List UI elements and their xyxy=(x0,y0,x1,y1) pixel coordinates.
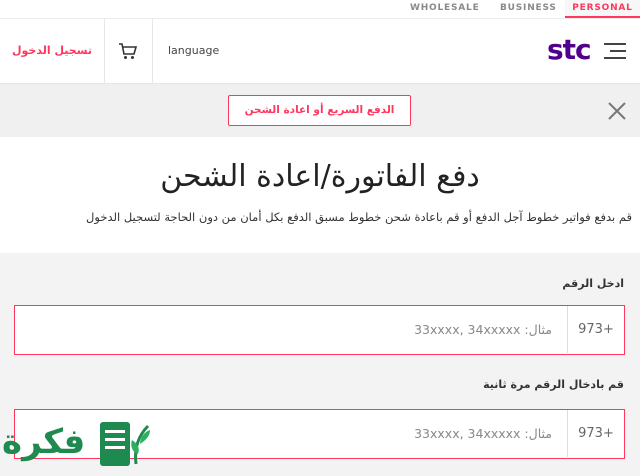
page-subtitle: قم بدفع فواتير خطوط آجل الدفع أو قم باعا… xyxy=(86,210,632,224)
watermark-text: فكرة xyxy=(2,422,86,462)
page-title: دفع الفاتورة/اعادة الشحن xyxy=(160,159,480,194)
confirm-number-input-placeholder[interactable]: مثال: 33xxxx, 34xxxxx xyxy=(414,410,552,457)
quick-pay-banner: الدفع السريع أو اعادة الشحن xyxy=(0,84,640,137)
close-icon[interactable] xyxy=(606,100,628,122)
number-input-placeholder[interactable]: مثال: 33xxxx, 34xxxxx xyxy=(414,306,552,353)
country-code: 973+ xyxy=(567,306,624,353)
segment-bar: WHOLESALE BUSINESS PERSONAL xyxy=(0,0,640,18)
cart-icon xyxy=(119,43,138,59)
country-code-confirm: 973+ xyxy=(567,410,624,457)
menu-icon[interactable] xyxy=(604,43,626,61)
watermark: فكرة xyxy=(0,414,160,476)
number-label: ادخل الرقم xyxy=(562,277,624,290)
quick-pay-button[interactable]: الدفع السريع أو اعادة الشحن xyxy=(228,95,411,126)
stc-logo[interactable]: stc xyxy=(547,33,592,66)
confirm-number-label: قم بادخال الرقم مرة ثانية xyxy=(483,378,624,391)
header: تسجيل الدخول language stc xyxy=(0,18,640,84)
document-leaf-icon xyxy=(100,422,150,466)
segment-wholesale[interactable]: WHOLESALE xyxy=(410,0,480,18)
language-selector[interactable]: language xyxy=(168,19,219,84)
number-field[interactable]: 973+ مثال: 33xxxx, 34xxxxx xyxy=(14,305,625,355)
cart-button[interactable] xyxy=(105,19,153,84)
login-button[interactable]: تسجيل الدخول xyxy=(0,19,105,84)
segment-business[interactable]: BUSINESS xyxy=(500,0,557,18)
main-content: دفع الفاتورة/اعادة الشحن قم بدفع فواتير … xyxy=(0,137,640,253)
segment-personal[interactable]: PERSONAL xyxy=(565,0,640,18)
